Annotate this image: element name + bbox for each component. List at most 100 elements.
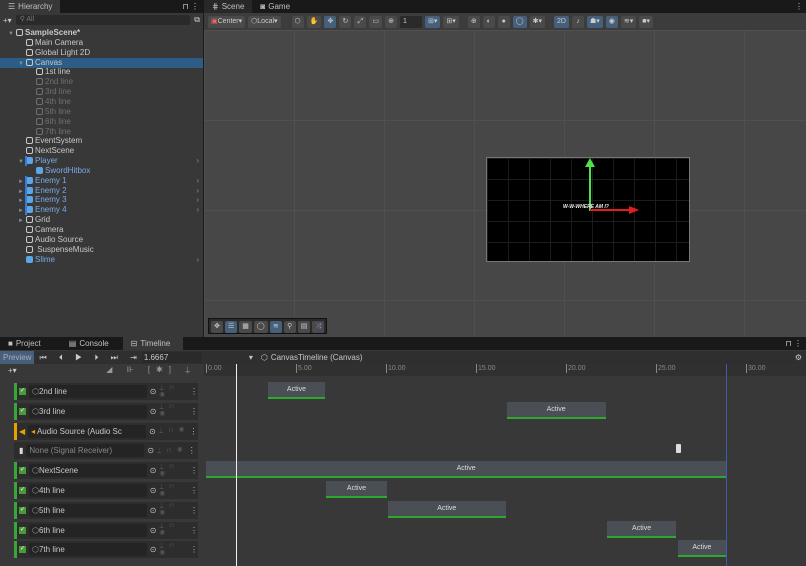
target-icon[interactable]: ⊙ bbox=[150, 545, 157, 554]
hierarchy-item[interactable]: Camera bbox=[0, 225, 203, 235]
tab-timeline[interactable]: ⊟ Timeline bbox=[122, 337, 183, 350]
timeline-clip[interactable]: Active bbox=[506, 401, 606, 419]
track-binding-field[interactable]: ⬡3rd line bbox=[28, 404, 147, 418]
lock-mute-icons[interactable]: ⍊ ⊓ ◉ bbox=[159, 463, 187, 479]
hierarchy-item[interactable]: 2nd line bbox=[0, 77, 203, 87]
more-icon[interactable]: ⋮ bbox=[190, 387, 198, 396]
more-icon[interactable]: ⋮ bbox=[190, 526, 198, 535]
hierarchy-item[interactable]: 7th line bbox=[0, 127, 203, 137]
tab-hierarchy[interactable]: ☰ Hierarchy bbox=[0, 0, 61, 13]
target-icon[interactable]: ⊙ bbox=[150, 486, 157, 495]
track-enabled-checkbox[interactable]: ✓ bbox=[19, 506, 26, 514]
more-icon[interactable]: ⋮ bbox=[190, 407, 198, 416]
add-button[interactable]: +▾ bbox=[3, 16, 12, 25]
audio-toggle-icon[interactable]: ♪ bbox=[571, 15, 584, 28]
time-ruler[interactable]: 0.00 5.00 10.00 15.00 20.00 25.00 30.00 bbox=[204, 364, 806, 376]
tab-console[interactable]: ▤ Console bbox=[61, 337, 117, 350]
chevron-right-icon[interactable]: › bbox=[196, 186, 199, 196]
dropdown-icon[interactable]: ▾ bbox=[249, 353, 253, 362]
hierarchy-item[interactable]: NextScene bbox=[0, 146, 203, 156]
tab-scene[interactable]: ⋕ Scene bbox=[204, 0, 253, 13]
target-icon[interactable]: ⊙ bbox=[150, 526, 157, 535]
lock-mute-icons[interactable]: ⍊ ⊓ ◉ bbox=[159, 384, 187, 400]
track-enabled-checkbox[interactable]: ✓ bbox=[19, 526, 26, 534]
settings-icon[interactable]: ⚙ bbox=[795, 353, 806, 362]
move-overlay-icon[interactable]: ✥ bbox=[211, 321, 223, 333]
hierarchy-item[interactable]: 3rd line bbox=[0, 87, 203, 97]
snap-input[interactable]: 1 bbox=[400, 15, 422, 28]
circle-icon[interactable]: ◯ bbox=[253, 321, 268, 333]
hierarchy-item[interactable]: Global Light 2D bbox=[0, 48, 203, 58]
playback-buttons[interactable]: ⏮ ⏴ ▶ ⏵ ⏭ ⇥ bbox=[39, 353, 141, 363]
timeline-clip[interactable]: Active bbox=[387, 500, 506, 518]
track-binding-field[interactable]: ⬡6th line bbox=[28, 523, 147, 537]
tile-palette-icon[interactable]: ☰ bbox=[225, 321, 238, 333]
layers-icon[interactable]: ≋▾ bbox=[620, 15, 637, 28]
more-icon[interactable]: ⋮ bbox=[188, 446, 196, 455]
grid-snap-icon[interactable]: ⊞▾ bbox=[425, 15, 441, 28]
lock-mute-icons[interactable]: ⍊ ⊓ ◉ bbox=[159, 427, 187, 435]
track-header[interactable]: ◀ ◂ Audio Source (Audio Sc ⊙ ⍊ ⊓ ◉ ⋮ bbox=[14, 422, 198, 440]
hierarchy-item[interactable]: ► Enemy 2 › bbox=[0, 185, 203, 196]
lock-icon[interactable]: ⊓ ⋮ bbox=[183, 2, 203, 11]
hierarchy-item[interactable]: 4th line bbox=[0, 97, 203, 107]
hierarchy-item[interactable]: Audio Source bbox=[0, 235, 203, 245]
mode-2d-button[interactable]: 2D bbox=[554, 15, 569, 28]
hierarchy-item[interactable]: ► Enemy 3 › bbox=[0, 195, 203, 206]
track-header[interactable]: ✓ ⬡6th line ⊙ ⍊ ⊓ ◉ ⋮ bbox=[14, 521, 198, 539]
hierarchy-item[interactable]: ▼ SampleScene* bbox=[0, 28, 203, 38]
hierarchy-item[interactable]: 5th line bbox=[0, 107, 203, 117]
chevron-right-icon[interactable]: › bbox=[196, 176, 199, 186]
more-icon[interactable]: ⋮ bbox=[795, 2, 806, 11]
more-icon[interactable]: ⋮ bbox=[190, 506, 198, 515]
track-binding-field[interactable]: ◂ Audio Source (Audio Sc bbox=[28, 424, 147, 438]
pivot-dropdown[interactable]: ▣Center▾ bbox=[208, 15, 246, 28]
shuffle-icon[interactable]: ⤨ bbox=[312, 321, 325, 333]
time-field[interactable]: 1.6667 bbox=[141, 352, 202, 363]
hierarchy-item[interactable]: EventSystem bbox=[0, 136, 203, 146]
scene-view[interactable]: ⋕ Scene ◙ Game ⋮ ▣Center▾ ⬡Local▾ ⬡ ✋ ✥ ↻ … bbox=[204, 0, 806, 337]
playhead[interactable] bbox=[236, 364, 237, 566]
search-input[interactable]: ⚲ All bbox=[15, 15, 191, 25]
sprite-icon[interactable]: ▦ bbox=[239, 321, 252, 333]
hierarchy-item[interactable]: ▼ Player › bbox=[0, 156, 203, 167]
more-icon[interactable]: ⋮ bbox=[190, 486, 198, 495]
target-icon[interactable]: ⊙ bbox=[150, 506, 157, 515]
lock-mute-icons[interactable]: ⍊ ⊓ ◉ bbox=[157, 447, 185, 455]
track-header[interactable]: ✓ ⬡5th line ⊙ ⍊ ⊓ ◉ ⋮ bbox=[14, 501, 198, 519]
rotate-tool-icon[interactable]: ↻ bbox=[339, 15, 352, 28]
track-header[interactable]: ✓ ⬡4th line ⊙ ⍊ ⊓ ◉ ⋮ bbox=[14, 482, 198, 499]
lock-mute-icons[interactable]: ⍊ ⊓ ◉ bbox=[159, 502, 187, 518]
target-icon[interactable]: ⊙ bbox=[149, 427, 156, 436]
hierarchy-item[interactable]: ► Enemy 4 › bbox=[0, 205, 203, 216]
hand-tool-icon[interactable]: ✋ bbox=[306, 15, 322, 28]
view-tool-icon[interactable]: ⬡ bbox=[291, 15, 304, 28]
timeline-clip[interactable]: Active bbox=[607, 520, 676, 538]
lock-mute-icons[interactable]: ⍊ ⊓ ◉ bbox=[159, 542, 187, 558]
hierarchy-item[interactable]: SwordHitbox bbox=[0, 166, 203, 176]
timeline-clip[interactable]: Active bbox=[268, 382, 325, 399]
timeline-clip[interactable]: Active bbox=[326, 481, 387, 498]
hierarchy-item[interactable]: 1st line bbox=[0, 67, 203, 77]
target-icon[interactable]: ⊙ bbox=[150, 407, 157, 416]
track-binding-field[interactable]: ⬡4th line bbox=[28, 484, 147, 497]
signal-marker[interactable] bbox=[675, 444, 681, 454]
chevron-right-icon[interactable]: › bbox=[196, 205, 199, 215]
track-tools-icons[interactable]: ◢ ⊪ [✱] ⍊ bbox=[106, 365, 196, 375]
track-binding-field[interactable]: None (Signal Receiver) bbox=[26, 444, 145, 458]
add-track-button[interactable]: +▾ bbox=[8, 366, 17, 375]
gizmo-icon[interactable]: ☗▾ bbox=[586, 15, 603, 28]
hierarchy-item[interactable]: ► Grid bbox=[0, 215, 203, 225]
track-enabled-checkbox[interactable]: ✓ bbox=[19, 388, 26, 395]
target-icon[interactable]: ⊙ bbox=[147, 446, 154, 455]
lock-mute-icons[interactable]: ⍊ ⊓ ◉ bbox=[159, 403, 187, 419]
visibility-icon[interactable]: ◉ bbox=[605, 15, 618, 28]
track-enabled-checkbox[interactable]: ✓ bbox=[19, 546, 26, 554]
hierarchy-item[interactable]: SuspenseMusic bbox=[0, 245, 203, 255]
track-enabled-checkbox[interactable]: ✓ bbox=[19, 487, 26, 494]
track-header[interactable]: ✓ ⬡7th line ⊙ ⍊ ⊓ ◉ ⋮ bbox=[14, 541, 198, 559]
space-dropdown[interactable]: ⬡Local▾ bbox=[248, 15, 281, 28]
tab-project[interactable]: ■ Project bbox=[0, 337, 49, 350]
track-binding-field[interactable]: ⬡7th line bbox=[28, 543, 147, 557]
lighting-icon[interactable]: ◐ bbox=[482, 15, 495, 28]
